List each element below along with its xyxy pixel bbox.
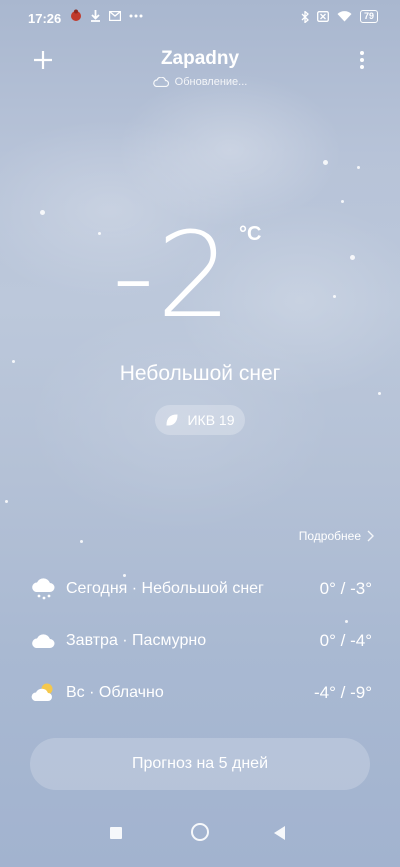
more-notifications-icon <box>129 14 143 17</box>
update-status-text: Обновление... <box>174 76 248 88</box>
forecast-row-sunday[interactable]: Вс · Облачно -4° / -9° <box>30 678 372 708</box>
snowflake <box>345 620 348 623</box>
snowflake <box>357 166 360 169</box>
more-menu-button[interactable] <box>358 50 366 70</box>
chevron-right-icon <box>367 530 374 542</box>
snowflake <box>323 160 328 165</box>
partly-cloudy-icon <box>31 683 53 701</box>
update-status: Обновление... <box>0 76 400 88</box>
recent-apps-button[interactable] <box>110 827 122 839</box>
snowflake <box>80 540 83 543</box>
forecast-label: Вс · Облачно <box>66 684 164 701</box>
current-condition: Небольшой снег <box>119 362 281 385</box>
wifi-icon <box>337 11 352 22</box>
header: Zapadny Обновление... <box>0 44 400 100</box>
snowflake <box>5 500 8 503</box>
aqi-label: ИКВ 19 <box>187 412 235 428</box>
bluetooth-icon <box>301 10 309 23</box>
forecast-temps: -4° / -9° <box>314 683 372 702</box>
snow-cloud-icon <box>32 578 55 600</box>
gmail-icon <box>109 10 121 21</box>
forecast-row-today[interactable]: Сегодня · Небольшой снег 0° / -3° <box>30 574 372 604</box>
battery-indicator: 79 <box>359 10 378 23</box>
snowflake <box>341 200 344 203</box>
back-button[interactable] <box>274 826 285 840</box>
five-day-forecast-button[interactable]: Прогноз на 5 дней <box>30 738 370 790</box>
status-time: 17:26 <box>28 11 62 26</box>
city-name: Zapadny <box>160 48 240 69</box>
system-icons: 79 <box>301 10 378 23</box>
snowflake <box>378 392 381 395</box>
bug-notification-icon <box>71 9 81 21</box>
details-link-label: Подробнее <box>298 529 361 543</box>
cloud-icon <box>32 634 55 648</box>
five-day-forecast-label: Прогноз на 5 дней <box>132 755 268 772</box>
navigation-bar <box>0 817 400 867</box>
details-link[interactable]: Подробнее <box>299 529 374 543</box>
forecast-label: Завтра · Пасмурно <box>66 632 207 649</box>
notification-icons <box>70 9 143 22</box>
temperature-unit: °C <box>239 223 262 245</box>
cloud-icon <box>152 77 169 87</box>
forecast-temps: 0° / -4° <box>319 631 372 650</box>
current-temperature: -2 °C <box>0 205 400 345</box>
download-icon <box>91 9 100 22</box>
home-button[interactable] <box>191 823 209 841</box>
no-sim-icon <box>317 11 329 22</box>
forecast-label: Сегодня · Небольшой снег <box>66 580 264 597</box>
forecast-temps: 0° / -3° <box>319 579 372 598</box>
status-bar: 17:26 79 <box>0 0 400 34</box>
temperature-value: -2 <box>112 206 234 344</box>
aqi-badge[interactable]: ИКВ 19 <box>155 405 245 435</box>
leaf-icon <box>166 414 178 426</box>
forecast-row-tomorrow[interactable]: Завтра · Пасмурно 0° / -4° <box>30 626 372 656</box>
